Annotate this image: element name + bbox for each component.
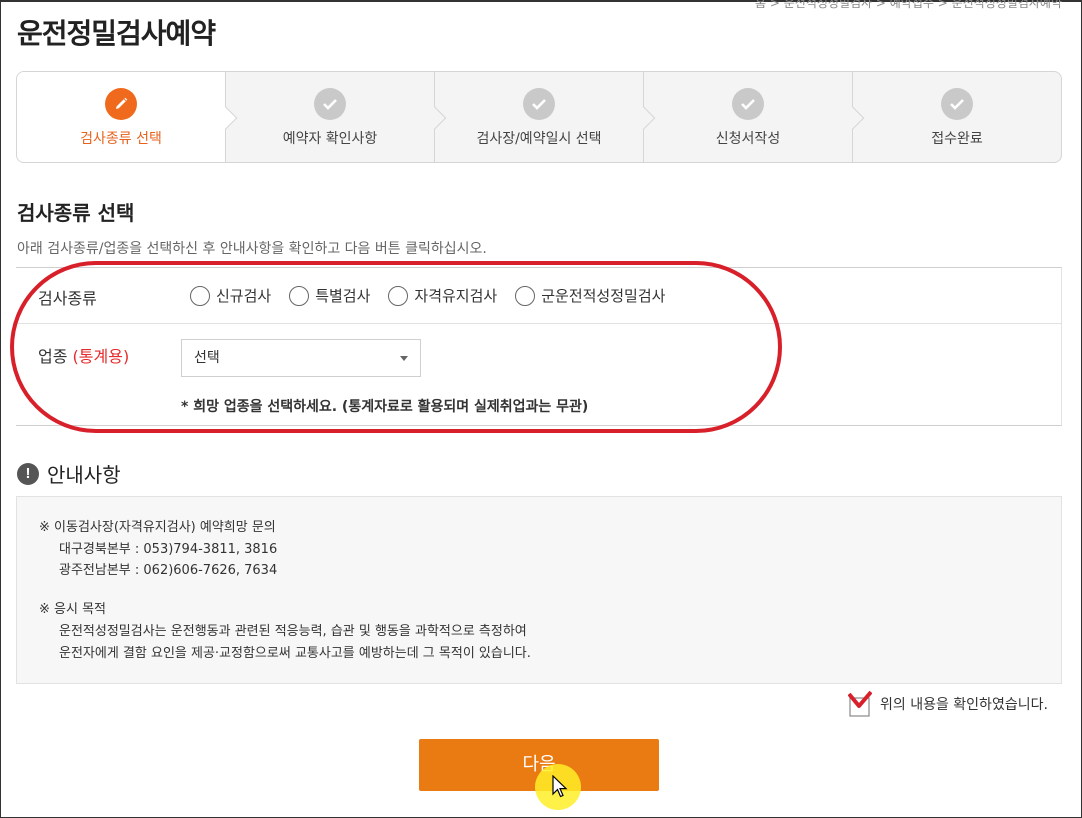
radio-label: 자격유지검사 — [414, 287, 498, 305]
step-label: 신청서작성 — [715, 131, 781, 147]
checkbox-checked-icon[interactable] — [848, 690, 872, 718]
statistics-note: (통계용) — [72, 347, 130, 366]
progress-stepper: 검사종류 선택 예약자 확인사항 검사장/예약일시 선택 신청서작성 접수완료 — [16, 71, 1062, 163]
notice-line: 운전적성정밀검사는 운전행동과 관련된 적응능력, 습관 및 행동을 과학적으로… — [59, 624, 527, 639]
step-5-complete: 접수완료 — [852, 72, 1061, 162]
notice-line: 운전자에게 결함 요인을 제공·교정함으로써 교통사고를 예방하는데 그 목적이… — [59, 646, 531, 661]
exam-type-radio-group: 신규검사 특별검사 자격유지검사 군운전적성정밀검사 — [190, 285, 683, 306]
confirm-checkbox[interactable]: 위의 내용을 확인하였습니다. — [848, 690, 1048, 718]
step-label: 검사종류 선택 — [80, 131, 162, 147]
step-label: 예약자 확인사항 — [282, 131, 378, 147]
section-title: 검사종류 선택 — [17, 201, 135, 225]
radio-label: 신규검사 — [216, 287, 272, 305]
notice-title: 안내사항 — [47, 463, 121, 487]
notice-line: 광주전남본부 : 062)606-7626, 7634 — [59, 563, 278, 578]
exclamation-icon: ! — [17, 462, 39, 485]
check-icon — [523, 88, 555, 120]
industry-select[interactable]: 선택 — [181, 339, 421, 377]
radio-qualification-exam[interactable]: 자격유지검사 — [388, 285, 497, 306]
industry-hint: * 희망 업종을 선택하세요. (통계자료로 활용되며 실제취업과는 무관) — [181, 399, 589, 415]
notice-line: ※ 응시 목적 — [39, 602, 106, 617]
page-title: 운전정밀검사예약 — [17, 17, 216, 50]
step-2-reserver-check: 예약자 확인사항 — [225, 72, 447, 162]
caret-down-icon — [400, 356, 408, 361]
exam-form-table: 검사종류 신규검사 특별검사 자격유지검사 군운전적성정밀검사 업종 (통계용)… — [16, 267, 1062, 426]
industry-label: 업종 (통계용) — [38, 343, 129, 367]
pencil-icon — [105, 88, 137, 120]
radio-label: 특별검사 — [315, 287, 371, 305]
notice-heading: ! 안내사항 — [17, 459, 121, 488]
exam-type-label: 검사종류 — [38, 289, 97, 308]
step-4-application-form: 신청서작성 — [643, 72, 865, 162]
notice-box: ※ 이동검사장(자격유지검사) 예약희망 문의 대구경북본부 : 053)794… — [16, 496, 1062, 684]
step-label: 접수완료 — [931, 131, 983, 147]
radio-special-exam[interactable]: 특별검사 — [289, 285, 370, 306]
exam-type-row: 검사종류 신규검사 특별검사 자격유지검사 군운전적성정밀검사 — [16, 268, 1061, 324]
radio-circle-icon[interactable] — [190, 285, 210, 306]
radio-new-exam[interactable]: 신규검사 — [190, 285, 271, 306]
check-icon — [941, 88, 973, 120]
check-icon — [732, 88, 764, 120]
breadcrumb: 홈 > 운전적성정밀검사 > 예약접수 > 운전적성정밀검사예약 — [755, 0, 1062, 10]
section-description: 아래 검사종류/업종을 선택하신 후 안내사항을 확인하고 다음 버튼 클릭하십… — [17, 241, 487, 257]
radio-circle-icon[interactable] — [515, 285, 536, 306]
industry-select-value: 선택 — [194, 350, 220, 366]
radio-military-exam[interactable]: 군운전적성정밀검사 — [515, 285, 665, 306]
confirm-label: 위의 내용을 확인하였습니다. — [880, 697, 1048, 713]
next-button[interactable]: 다음 — [419, 739, 659, 791]
radio-circle-icon[interactable] — [388, 285, 409, 306]
step-label: 검사장/예약일시 선택 — [476, 131, 602, 147]
check-icon — [314, 88, 346, 120]
industry-label-text: 업종 — [38, 347, 68, 366]
step-3-location-datetime: 검사장/예약일시 선택 — [434, 72, 656, 162]
step-1-exam-type: 검사종류 선택 — [17, 72, 238, 162]
radio-circle-icon[interactable] — [289, 285, 310, 306]
notice-line: 대구경북본부 : 053)794-3811, 3816 — [59, 542, 278, 557]
radio-label: 군운전적성정밀검사 — [541, 287, 666, 305]
notice-line: ※ 이동검사장(자격유지검사) 예약희망 문의 — [39, 520, 276, 535]
